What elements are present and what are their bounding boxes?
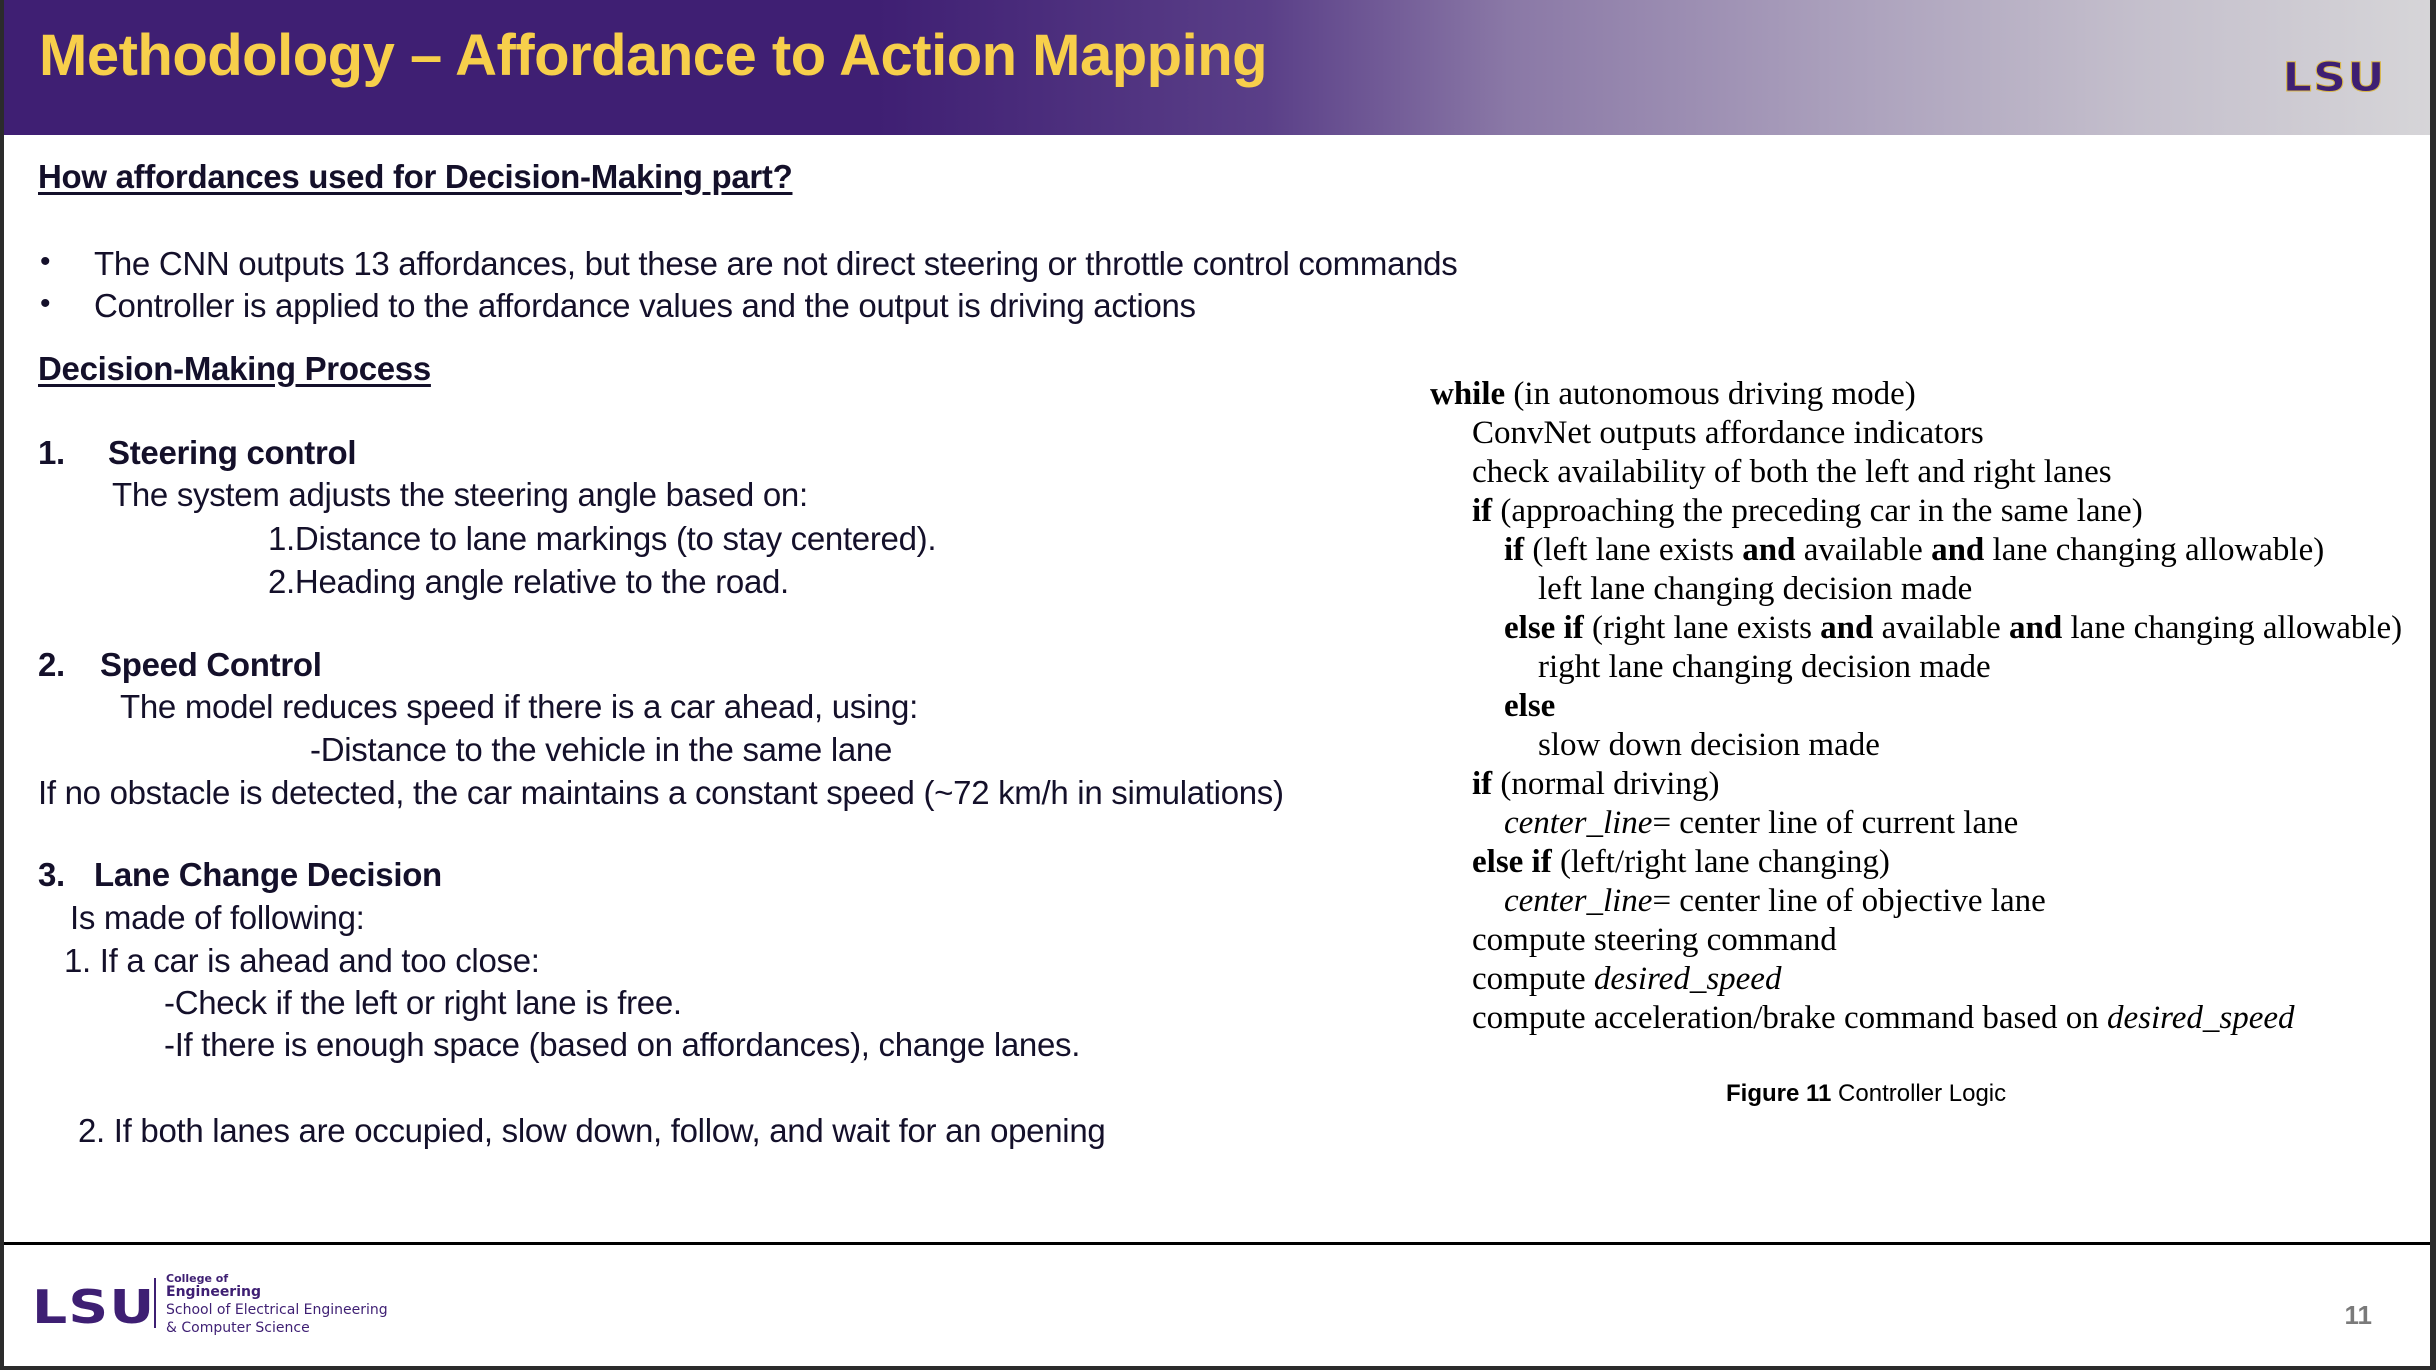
lane-change-intro: Is made of following:	[70, 899, 365, 936]
lane-change-subitem: -If there is enough space (based on affo…	[164, 1026, 1081, 1063]
pseudo-line: else	[1504, 688, 1556, 724]
lane-change-number: 3.	[38, 856, 65, 893]
steering-title: Steering control	[108, 434, 357, 471]
lsu-logo-icon: LSU	[2282, 55, 2386, 102]
lsu-footer-logo-icon: LSU	[32, 1280, 156, 1334]
footer-school-line2: & Computer Science	[166, 1320, 310, 1336]
footer-divider	[4, 1242, 2430, 1245]
speed-title: Speed Control	[100, 646, 322, 683]
pseudo-line: compute steering command	[1472, 922, 1837, 958]
steering-intro: The system adjusts the steering angle ba…	[112, 476, 808, 513]
pseudo-line: while (in autonomous driving mode)	[1430, 376, 1916, 412]
speed-note: If no obstacle is detected, the car main…	[38, 774, 1284, 811]
intro-bullet: Controller is applied to the affordance …	[94, 287, 1196, 324]
pseudo-line: else if (right lane exists and available…	[1504, 610, 2403, 646]
pseudo-line: if (left lane exists and available and l…	[1504, 532, 2325, 568]
bullet-icon: •	[40, 245, 51, 278]
pseudo-line: slow down decision made	[1538, 727, 1880, 763]
slide-title: Methodology – Affordance to Action Mappi…	[39, 23, 1268, 88]
steering-item: 2.Heading angle relative to the road.	[268, 563, 789, 600]
pseudo-line: right lane changing decision made	[1538, 649, 1991, 685]
speed-intro: The model reduces speed if there is a ca…	[120, 688, 918, 725]
speed-item: -Distance to the vehicle in the same lan…	[310, 731, 893, 768]
footer-school-line1: School of Electrical Engineering	[166, 1302, 388, 1318]
slide: Methodology – Affordance to Action Mappi…	[4, 0, 2430, 1366]
pseudo-line: left lane changing decision made	[1538, 571, 1973, 607]
footer-engineering: Engineering	[166, 1284, 261, 1300]
figure-caption: Figure 11 Controller Logic	[1726, 1080, 2007, 1107]
intro-bullet: The CNN outputs 13 affordances, but thes…	[94, 245, 1458, 282]
intro-heading: How affordances used for Decision-Making…	[38, 158, 793, 195]
process-heading: Decision-Making Process	[38, 350, 431, 387]
lane-change-case: 2. If both lanes are occupied, slow down…	[78, 1112, 1106, 1149]
pseudo-line: compute desired_speed	[1472, 961, 1782, 997]
page-number: 11	[2344, 1300, 2373, 1330]
lane-change-title: Lane Change Decision	[94, 856, 442, 893]
pseudo-line: else if (left/right lane changing)	[1472, 844, 1890, 880]
lane-change-subitem: -Check if the left or right lane is free…	[164, 984, 682, 1021]
footer-logo-separator	[154, 1278, 156, 1328]
speed-number: 2.	[38, 646, 65, 683]
steering-item: 1.Distance to lane markings (to stay cen…	[268, 520, 937, 557]
pseudo-line: if (normal driving)	[1472, 766, 1720, 802]
pseudo-line: center_line= center line of objective la…	[1504, 883, 2046, 919]
pseudo-line: if (approaching the preceding car in the…	[1472, 493, 2143, 529]
slide-header: Methodology – Affordance to Action Mappi…	[4, 0, 2430, 135]
bullet-icon: •	[40, 287, 51, 320]
lane-change-case: 1. If a car is ahead and too close:	[64, 942, 540, 979]
pseudo-line: ConvNet outputs affordance indicators	[1472, 415, 1984, 451]
pseudo-line: check availability of both the left and …	[1472, 454, 2112, 490]
pseudo-line: compute acceleration/brake command based…	[1472, 1000, 2295, 1036]
steering-number: 1.	[38, 434, 65, 471]
pseudo-line: center_line= center line of current lane	[1504, 805, 2019, 841]
